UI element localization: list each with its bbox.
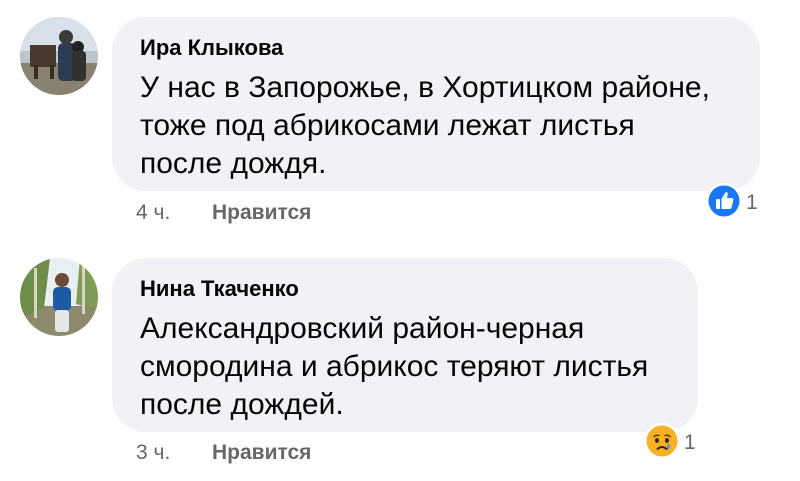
comment-timestamp[interactable]: 3 ч. [136,441,170,465]
comment-text-line: после дождей. [140,388,344,421]
reaction-count: 1 [684,431,696,454]
like-button[interactable]: Нравится [212,441,311,465]
comment-text-line: Александровский район-черная [140,312,585,345]
sad-icon [643,422,681,465]
comment-text-line: смородина и абрикос теряют листья [140,350,649,383]
comment-author[interactable]: Нина Ткаченко [140,276,299,302]
comment-item: Нина Ткаченко Александровский район-черн… [0,0,800,481]
avatar[interactable] [20,258,98,336]
reaction-summary[interactable]: 1 [643,422,696,465]
comment-text: Александровский район-черная смородина и… [140,310,648,424]
